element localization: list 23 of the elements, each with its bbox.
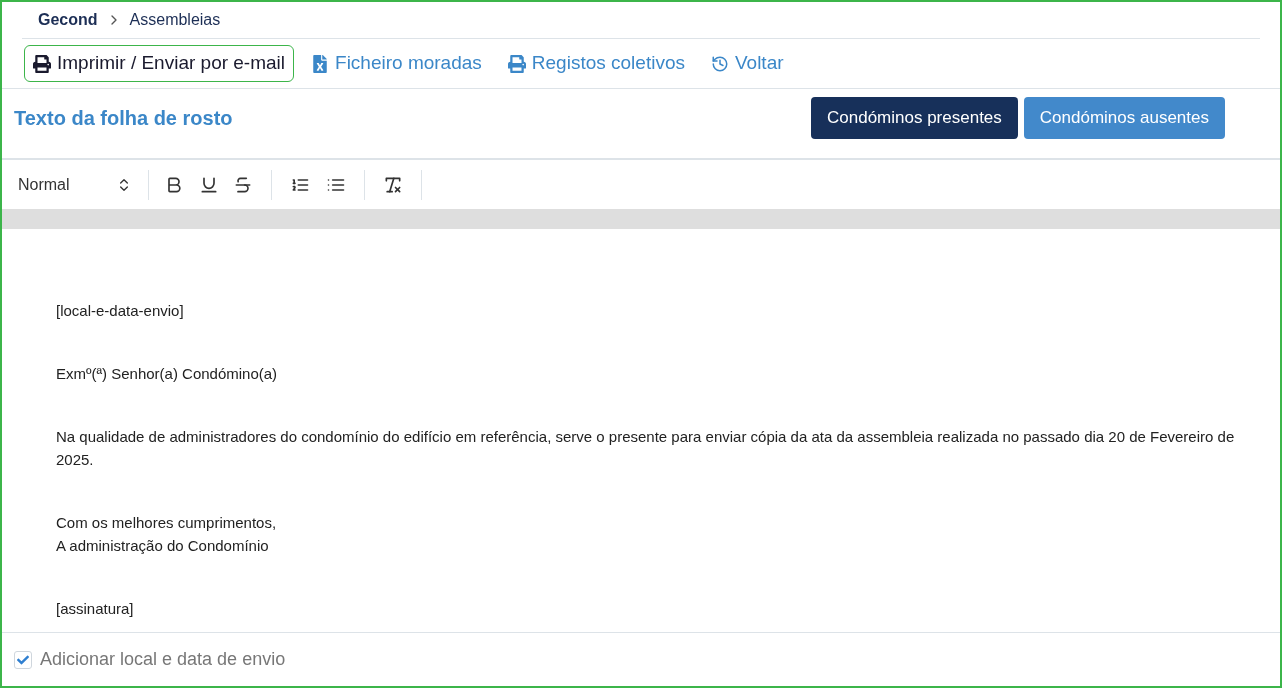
printer-icon	[507, 54, 526, 73]
document-text: A administração do Condomínio	[56, 536, 270, 556]
document-text: Na qualidade de administradores do condomínio do edifício em referência, serve o presente para enviar cópia da ata da assembleia realizada no passado dia 20 de Fevereiro de 2025.	[56, 427, 1236, 470]
document-text: [assinatura]	[56, 599, 135, 619]
toolbar-link[interactable]: Voltar	[701, 45, 793, 82]
checkbox[interactable]	[14, 650, 32, 669]
printer-icon	[33, 54, 51, 73]
toolbar-link[interactable]: Ficheiro moradas	[302, 45, 491, 82]
toolbar-link[interactable]: Registos coletivos	[498, 45, 694, 82]
breadcrumb-item[interactable]: Gecond	[38, 8, 98, 32]
section-title: Texto da folha de rosto	[14, 105, 233, 131]
document-text: Exmº(ª) Senhor(a) Condómino(a)	[56, 364, 279, 384]
format-select[interactable]: Normal	[18, 172, 134, 197]
history-icon	[710, 54, 729, 73]
tab[interactable]: Condóminos ausentes	[1023, 96, 1225, 139]
toolbar-link[interactable]: Imprimir / Enviar por e-mail	[24, 45, 295, 82]
document-text: [local-e-data-envio]	[56, 301, 185, 321]
breadcrumb-item: Assembleias	[129, 10, 221, 30]
check-icon	[17, 653, 29, 666]
spreadsheet-file-icon	[311, 54, 330, 73]
document-text: Com os melhores cumprimentos,	[56, 513, 278, 533]
checkbox-label: Adicionar local e data de envio	[40, 648, 286, 671]
tab[interactable]: Condóminos presentes	[811, 96, 1018, 139]
